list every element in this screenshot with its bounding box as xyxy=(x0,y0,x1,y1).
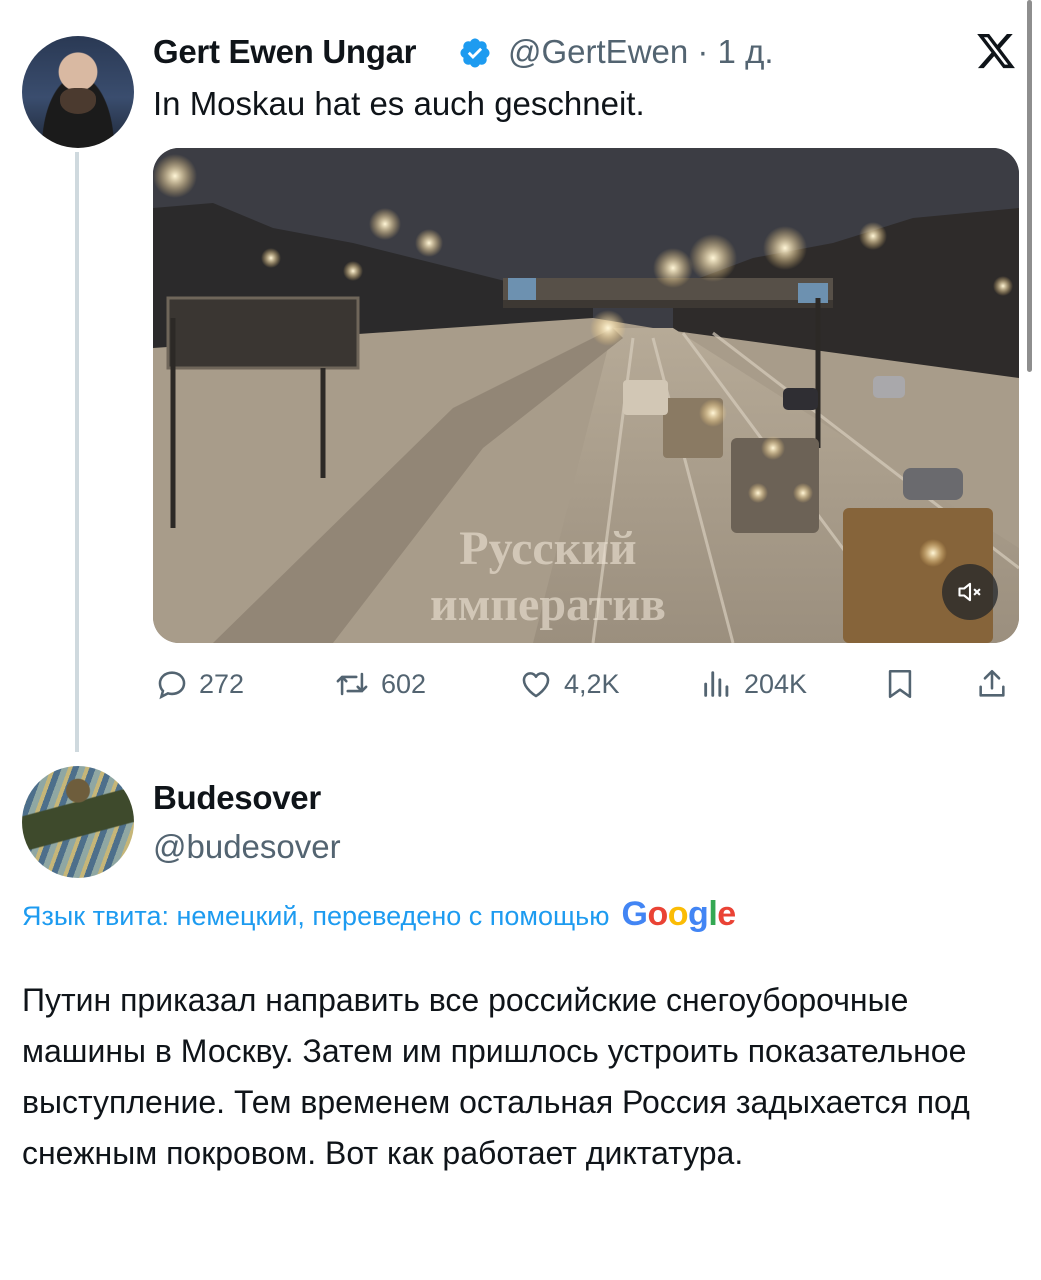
tweet-text: In Moskau hat es auch geschneit. xyxy=(153,85,645,122)
video-player[interactable]: Русский императив xyxy=(153,148,1019,643)
bookmark-button[interactable] xyxy=(883,664,917,704)
reply-author-name[interactable]: Budesover xyxy=(153,779,321,817)
retweet-count: 602 xyxy=(381,668,427,699)
share-button[interactable] xyxy=(975,664,1009,704)
views-count: 204K xyxy=(744,668,808,699)
reply-button[interactable]: 272 xyxy=(155,664,244,704)
speaker-muted-icon xyxy=(958,582,981,602)
avatar[interactable] xyxy=(22,36,134,148)
views-button[interactable]: 204K xyxy=(700,664,807,704)
retweet-icon xyxy=(336,672,368,696)
like-count: 4,2K xyxy=(564,668,620,699)
mute-button[interactable] xyxy=(942,564,998,620)
reply-icon xyxy=(158,671,186,700)
video-watermark: Русский xyxy=(459,522,637,575)
reply-count: 272 xyxy=(199,668,245,699)
author-name[interactable]: Gert Ewen Ungar xyxy=(153,33,417,71)
heart-icon xyxy=(522,672,550,698)
video-watermark: императив xyxy=(430,578,666,631)
google-logo: Google xyxy=(621,895,737,933)
retweet-button[interactable]: 602 xyxy=(333,664,426,704)
avatar[interactable] xyxy=(22,766,134,878)
verified-badge-icon xyxy=(460,38,490,68)
views-chart-icon xyxy=(704,671,729,697)
x-logo-icon[interactable] xyxy=(975,30,1017,72)
translation-note-text: Язык твита: немецкий, переведено с помощ… xyxy=(22,901,610,931)
thread-connector-line xyxy=(75,152,79,752)
reply-translated-text: Путин приказал направить все российские … xyxy=(22,982,970,1171)
bookmark-icon xyxy=(888,669,912,699)
scrollbar[interactable] xyxy=(1027,0,1032,372)
author-handle-and-time[interactable]: @GertEwen · 1 д. xyxy=(508,33,774,71)
share-icon xyxy=(979,669,1005,697)
reply-author-handle[interactable]: @budesover xyxy=(153,828,341,866)
like-button[interactable]: 4,2K xyxy=(518,664,620,704)
translation-note[interactable]: Язык твита: немецкий, переведено с помощ… xyxy=(22,895,736,934)
